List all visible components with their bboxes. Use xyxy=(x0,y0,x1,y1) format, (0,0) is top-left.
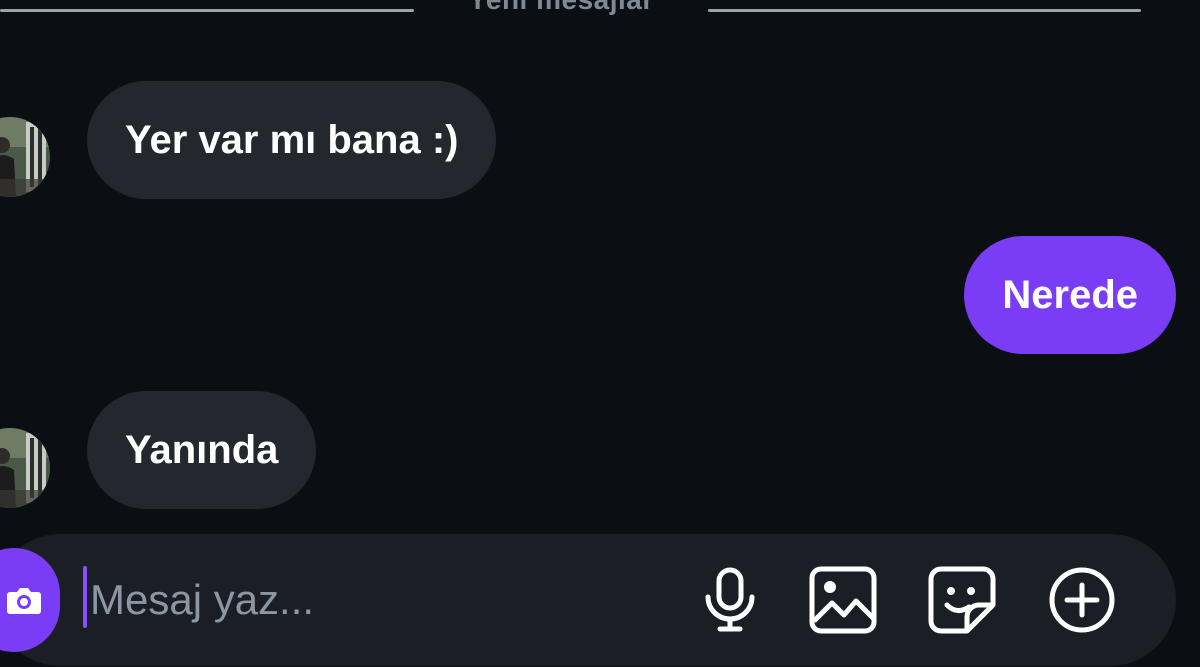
sticker-icon xyxy=(928,566,996,634)
message-text: Nerede xyxy=(1002,272,1138,317)
avatar-photo-icon xyxy=(0,428,50,508)
image-icon xyxy=(809,566,877,634)
camera-icon xyxy=(7,588,41,614)
plus-circle-icon xyxy=(1049,567,1115,633)
chat-screen: Yeni mesajlar Yer var mı bana :) Nerede xyxy=(0,0,1200,667)
text-caret xyxy=(83,566,87,628)
sticker-button[interactable] xyxy=(927,565,997,635)
divider-line-right xyxy=(708,9,1141,12)
message-text: Yer var mı bana :) xyxy=(125,117,459,162)
divider-line-left xyxy=(0,9,414,12)
message-bubble-incoming[interactable]: Yanında xyxy=(87,391,317,509)
microphone-icon xyxy=(705,567,755,632)
gallery-button[interactable] xyxy=(808,565,878,635)
more-options-button[interactable] xyxy=(1047,565,1117,635)
microphone-button[interactable] xyxy=(695,565,765,635)
message-text: Yanında xyxy=(125,427,279,472)
divider-label: Yeni mesajlar xyxy=(414,0,708,16)
avatar-photo-icon xyxy=(0,117,50,197)
message-bubble-outgoing[interactable]: Nerede xyxy=(964,236,1176,354)
avatar[interactable] xyxy=(0,428,50,508)
message-input[interactable] xyxy=(90,570,650,630)
message-bubble-incoming[interactable]: Yer var mı bana :) xyxy=(87,81,497,199)
new-messages-divider: Yeni mesajlar xyxy=(0,0,1200,24)
avatar[interactable] xyxy=(0,117,50,197)
